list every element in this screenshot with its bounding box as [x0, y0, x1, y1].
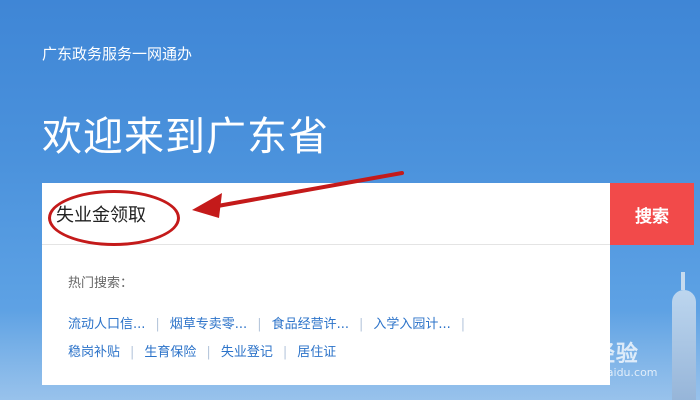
watermark-url: jingyan.baidu.com — [556, 366, 658, 379]
baidu-watermark: Bai 经验 — [542, 342, 639, 367]
